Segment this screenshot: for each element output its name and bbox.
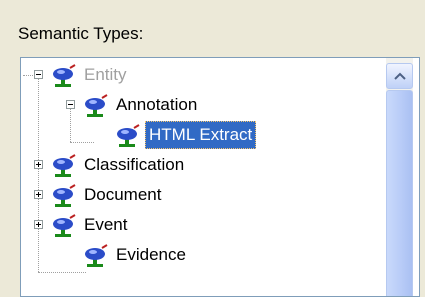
- tree-connector: [38, 72, 39, 272]
- tree-item-label: HTML Extract: [145, 121, 257, 149]
- semantic-type-icon: [115, 122, 141, 148]
- tree-item-label: Evidence: [116, 245, 186, 264]
- scroll-thumb[interactable]: [386, 90, 413, 296]
- scroll-up-button[interactable]: [386, 63, 413, 89]
- semantic-type-icon: [51, 152, 77, 178]
- tree-item-label: Event: [84, 215, 128, 234]
- tree-connector: [70, 142, 94, 143]
- expand-toggle-icon[interactable]: [34, 220, 43, 229]
- semantic-types-tree[interactable]: Entity Annotation HTML Extract Classific…: [20, 57, 420, 297]
- collapse-toggle-icon[interactable]: [34, 70, 43, 79]
- tree-item-label: Classification: [84, 155, 185, 174]
- semantic-types-label: Semantic Types:: [18, 24, 144, 43]
- semantic-type-icon: [51, 182, 77, 208]
- semantic-type-icon: [51, 212, 77, 238]
- semantic-type-icon: [51, 62, 77, 88]
- tree-item-label: Annotation: [116, 95, 198, 114]
- expand-toggle-icon[interactable]: [34, 190, 43, 199]
- semantic-type-icon: [83, 92, 109, 118]
- vertical-scrollbar[interactable]: [386, 58, 413, 296]
- tree-connector: [38, 272, 86, 273]
- tree-item-label: Document: [84, 185, 162, 204]
- semantic-type-icon: [83, 242, 109, 268]
- expand-toggle-icon[interactable]: [34, 160, 43, 169]
- collapse-toggle-icon[interactable]: [66, 100, 75, 109]
- tree-item-label: Entity: [84, 65, 127, 84]
- chevron-up-icon: [394, 72, 406, 80]
